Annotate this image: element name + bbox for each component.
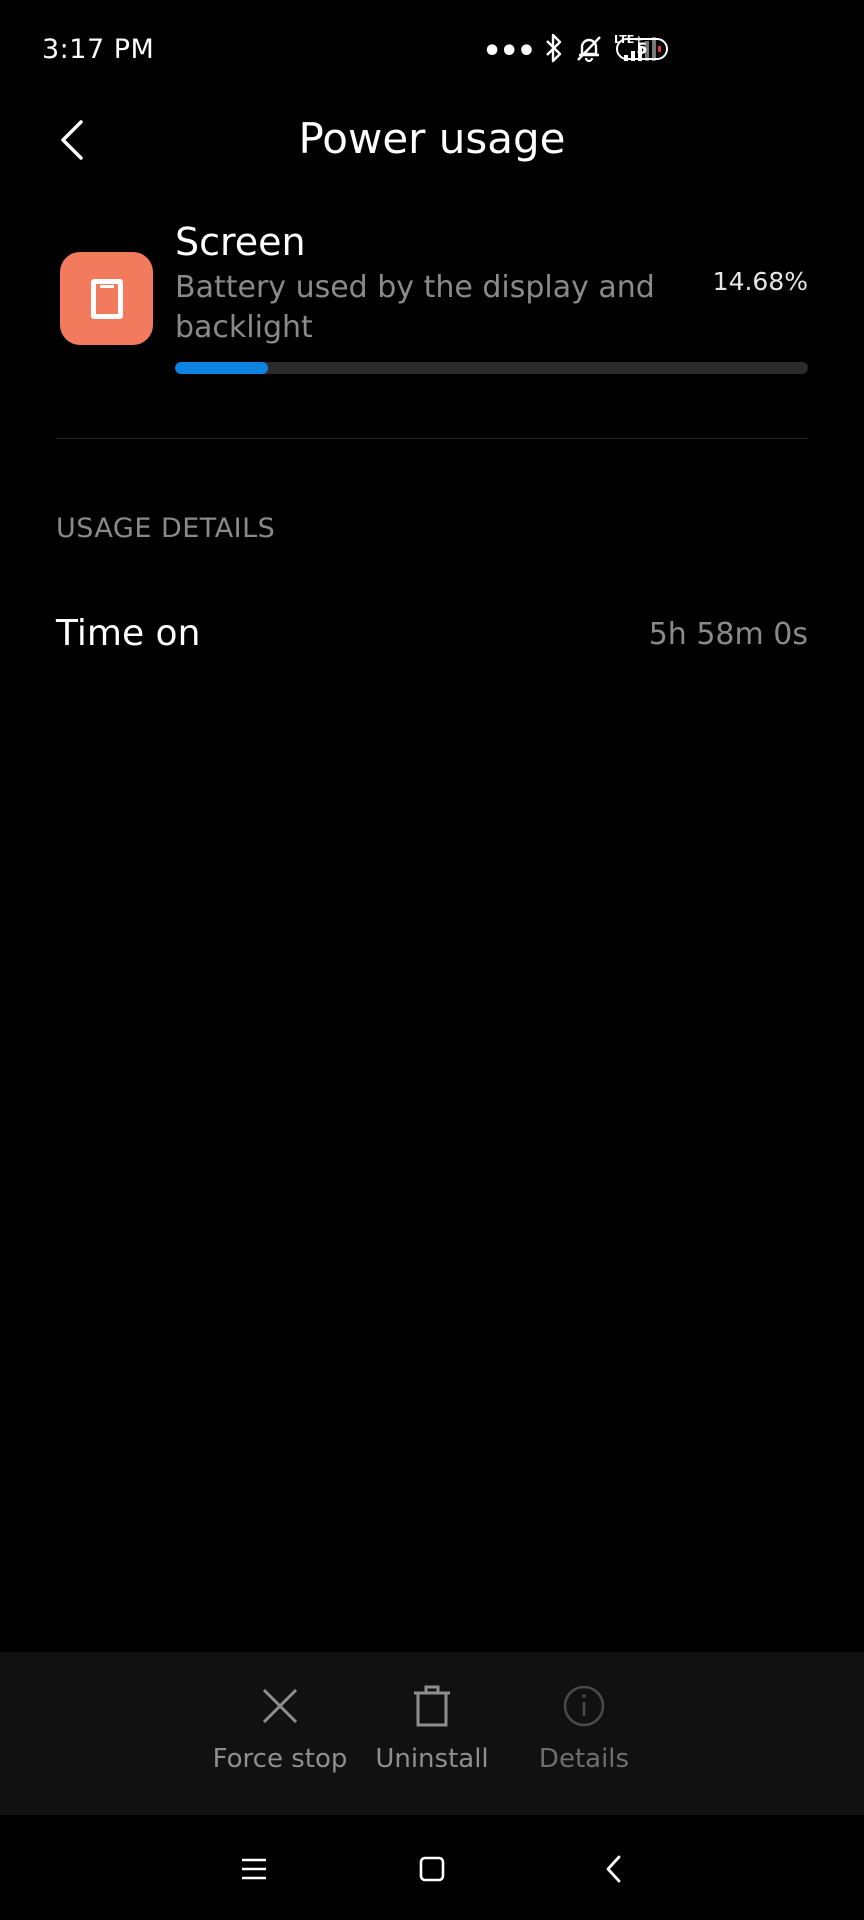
section-heading-usage-details: USAGE DETAILS bbox=[56, 513, 276, 544]
usage-progress-fill bbox=[175, 362, 268, 374]
battery-body: 5 bbox=[616, 38, 668, 60]
menu-icon bbox=[242, 1858, 266, 1880]
bluetooth-icon bbox=[544, 32, 564, 68]
more-dots-icon: ••• bbox=[482, 34, 536, 69]
header: Power usage bbox=[0, 100, 864, 180]
detail-value: 5h 58m 0s bbox=[648, 617, 808, 652]
force-stop-button[interactable]: Force stop bbox=[205, 1682, 355, 1774]
back-icon bbox=[606, 1855, 621, 1883]
battery-icon: 5 bbox=[616, 38, 668, 60]
divider bbox=[56, 438, 808, 439]
bell-off-icon bbox=[574, 33, 604, 67]
usage-percent: 14.68% bbox=[712, 267, 808, 296]
battery-low-indicator bbox=[658, 46, 661, 52]
system-nav-bar bbox=[0, 1815, 864, 1920]
nav-back-button[interactable] bbox=[590, 1845, 638, 1893]
details-label: Details bbox=[538, 1744, 630, 1774]
status-bar: 3:17 PM ••• LTE+ 5 bbox=[0, 0, 864, 100]
home-icon bbox=[419, 1856, 445, 1882]
details-button[interactable]: Details bbox=[509, 1682, 659, 1774]
close-icon bbox=[256, 1682, 304, 1730]
action-bar: Force stop Uninstall Details bbox=[0, 1652, 864, 1815]
uninstall-button[interactable]: Uninstall bbox=[357, 1682, 507, 1774]
app-name: Screen bbox=[175, 220, 306, 264]
screen-icon-glyph bbox=[90, 278, 123, 319]
home-button[interactable] bbox=[408, 1845, 456, 1893]
force-stop-label: Force stop bbox=[212, 1744, 348, 1774]
status-time: 3:17 PM bbox=[42, 34, 155, 65]
info-icon bbox=[560, 1682, 608, 1730]
battery-level: 5 bbox=[636, 39, 648, 58]
screen-icon bbox=[60, 252, 153, 345]
menu-button[interactable] bbox=[230, 1845, 278, 1893]
page-title: Power usage bbox=[298, 114, 566, 163]
app-usage-item: Screen Battery used by the display and b… bbox=[56, 210, 808, 380]
app-description: Battery used by the display and backligh… bbox=[175, 270, 655, 345]
trash-icon bbox=[408, 1682, 456, 1730]
usage-progress-bar bbox=[175, 362, 808, 374]
detail-row-time-on: Time on 5h 58m 0s bbox=[56, 605, 808, 665]
uninstall-label: Uninstall bbox=[375, 1744, 489, 1774]
detail-label: Time on bbox=[56, 613, 201, 654]
